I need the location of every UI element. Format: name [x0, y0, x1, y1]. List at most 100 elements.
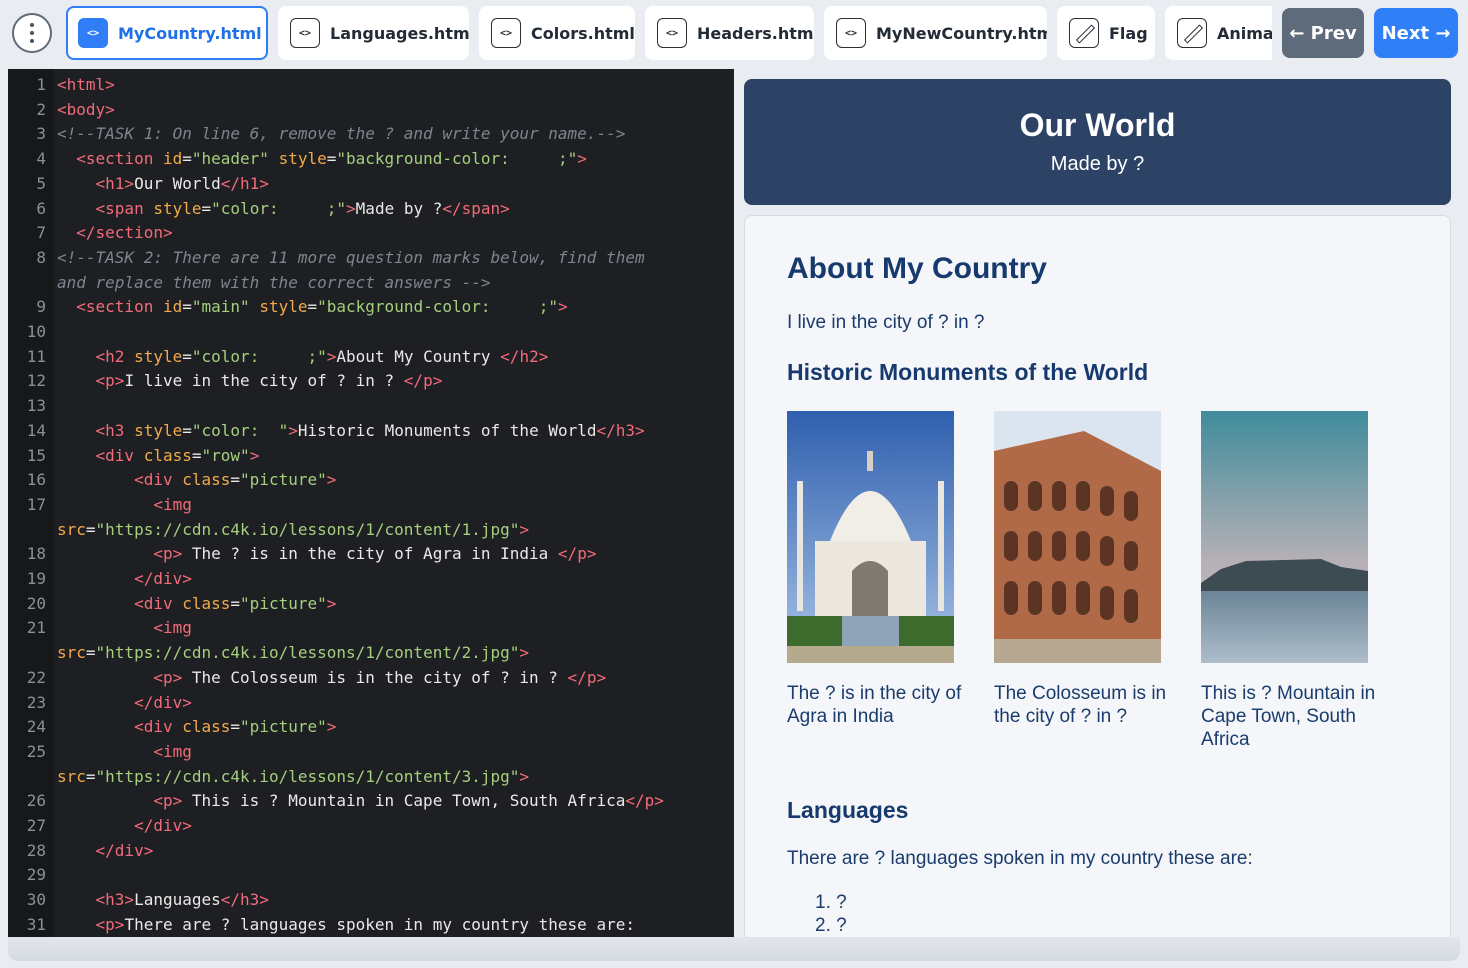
- tab-bar: <> MyCountry.html <> Languages.html <> C…: [0, 0, 1468, 68]
- tab-headers[interactable]: <> Headers.html: [645, 6, 814, 60]
- prev-button[interactable]: ← Prev: [1282, 8, 1364, 58]
- preview-monuments-heading: Historic Monuments of the World: [787, 359, 1149, 385]
- preview-made-by: Made by ?: [1050, 153, 1145, 175]
- taj-mahal-image: [787, 411, 954, 663]
- code-text: <section id="header" style="background-c…: [76, 149, 587, 169]
- pencil-icon: [1069, 18, 1099, 48]
- line-number: 29: [26, 865, 46, 885]
- tab-animal[interactable]: Animal: [1165, 6, 1272, 60]
- colosseum-image: [994, 411, 1161, 663]
- code-text: <body>: [57, 99, 115, 119]
- file-code-icon: <>: [657, 18, 687, 48]
- line-number: 13: [26, 396, 46, 416]
- preview-header-section: Our World Made by ?: [744, 79, 1451, 205]
- code-text: src="https://cdn.c4k.io/lessons/1/conten…: [57, 766, 530, 786]
- line-number: 21: [26, 618, 46, 638]
- line-number: 15: [26, 445, 46, 465]
- menu-button[interactable]: [12, 13, 52, 53]
- line-number: 25: [26, 741, 46, 761]
- picture-caption: This is ? Mountain in Cape Town, South A…: [1201, 683, 1376, 750]
- line-number: 3: [36, 124, 46, 144]
- line-number: 4: [36, 149, 46, 169]
- table-mountain-image: [1201, 411, 1368, 663]
- line-number: 9: [36, 297, 46, 317]
- code-text: <html>: [57, 75, 115, 94]
- colosseum-illustration: [994, 411, 1161, 663]
- tab-label: Colors.html: [531, 23, 635, 43]
- line-number: 8: [36, 247, 46, 267]
- file-code-icon: <>: [491, 18, 521, 48]
- next-button[interactable]: Next →: [1374, 8, 1458, 58]
- code-text: <h1>Our World</h1>: [95, 173, 269, 193]
- list-item: 2. ?: [815, 915, 847, 936]
- code-text: </section>: [76, 223, 173, 243]
- list-item: 1. ?: [815, 892, 847, 913]
- code-text: </div>: [134, 692, 192, 712]
- code-text: <div class="picture">: [134, 717, 337, 737]
- code-text: and replace them with the correct answer…: [57, 272, 491, 292]
- line-number: 23: [26, 692, 46, 712]
- tab-mynewcountry[interactable]: <> MyNewCountry.html: [824, 6, 1047, 60]
- dot-icon: [30, 23, 34, 27]
- line-number: 19: [26, 569, 46, 588]
- code-text: <h2 style="color: ;">About My Country </…: [95, 346, 549, 366]
- dot-icon: [30, 31, 34, 35]
- line-number: 16: [26, 470, 46, 490]
- code-text: <section id="main" style="background-col…: [76, 297, 568, 317]
- tab-languages[interactable]: <> Languages.html: [278, 6, 469, 60]
- file-code-icon: <>: [78, 18, 108, 48]
- tab-colors[interactable]: <> Colors.html: [479, 6, 635, 60]
- tab-label: MyCountry.html: [118, 23, 262, 43]
- line-number: 12: [26, 371, 46, 391]
- pencil-icon: [1177, 18, 1207, 48]
- line-number: 11: [26, 346, 46, 366]
- preview-h2: About My Country: [787, 252, 1047, 285]
- code-text: <div class="picture">: [134, 593, 337, 613]
- preview-main-section: About My Country I live in the city of ?…: [744, 215, 1451, 945]
- code-text: </div>: [134, 569, 192, 588]
- code-text: <img: [153, 618, 192, 638]
- preview-city-text: I live in the city of ? in ?: [787, 312, 985, 333]
- table-mountain-illustration: [1201, 411, 1368, 663]
- line-number: 1: [36, 75, 46, 94]
- code-text: </div>: [134, 816, 192, 835]
- code-text: <p>There are ? languages spoken in my co…: [95, 914, 635, 934]
- line-number: 26: [26, 791, 46, 811]
- code-text: <h3>Languages</h3>: [95, 890, 269, 910]
- code-text: src="https://cdn.c4k.io/lessons/1/conten…: [57, 643, 530, 663]
- code-text: </div>: [95, 840, 154, 860]
- code-text: <div class="picture">: [134, 470, 337, 490]
- tab-mycountry[interactable]: <> MyCountry.html: [66, 6, 268, 60]
- chevron-down-icon[interactable]: [267, 27, 268, 34]
- code-text: <!--TASK 2: There are 11 more question m…: [57, 247, 645, 267]
- bottom-scrollbar[interactable]: [8, 937, 1460, 961]
- code-text: <img: [153, 494, 192, 514]
- line-number: 20: [26, 593, 46, 613]
- line-number: 28: [26, 840, 46, 860]
- line-number: 10: [26, 322, 46, 341]
- code-editor[interactable]: 1 <html> 2 <body> 3 <!--TASK 1: On line 6, re…: [8, 69, 734, 937]
- code-text: <span style="color: ;">Made by ?</span>: [95, 198, 510, 218]
- line-number: 24: [26, 717, 46, 737]
- preview-languages-heading: Languages: [787, 797, 909, 823]
- code-text: src="https://cdn.c4k.io/lessons/1/conten…: [57, 519, 530, 539]
- line-number: 27: [26, 816, 46, 835]
- code-text: <p> The ? is in the city of Agra in Indi…: [153, 544, 597, 564]
- line-number: 18: [26, 544, 46, 564]
- line-number: 2: [36, 99, 46, 119]
- taj-mahal-illustration: [787, 411, 954, 663]
- dot-icon: [30, 39, 34, 43]
- preview-languages-text: There are ? languages spoken in my count…: [787, 848, 1253, 869]
- line-number: 31: [26, 914, 46, 934]
- file-code-icon: <>: [836, 18, 866, 48]
- code-text: <img: [153, 741, 192, 761]
- picture-caption: The ? is in the city of Agra in India: [787, 683, 962, 727]
- preview-h1: Our World: [1019, 107, 1176, 143]
- code-text: <p>I live in the city of ? in ? </p>: [95, 371, 443, 391]
- tab-label: MyNewCountry.html: [876, 23, 1047, 43]
- line-number: 22: [26, 667, 46, 687]
- code-text: <!--TASK 1: On line 6, remove the ? and …: [57, 124, 626, 144]
- line-number: 7: [36, 223, 46, 243]
- tab-flag[interactable]: Flag: [1057, 6, 1155, 60]
- tab-label: Animal: [1217, 23, 1272, 43]
